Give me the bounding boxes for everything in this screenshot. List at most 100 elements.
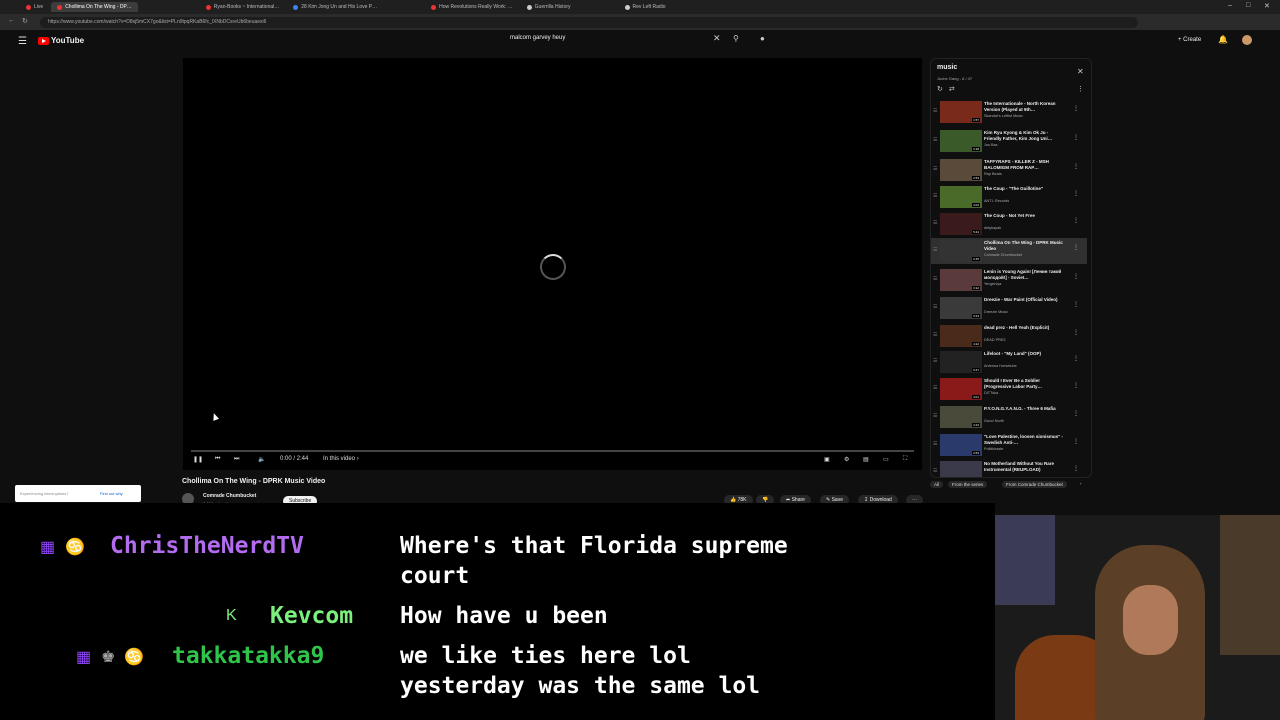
drag-handle-icon[interactable]: ☰	[933, 276, 937, 282]
tab-3[interactable]: 28 Kim Jong Un and His Love P…	[287, 2, 383, 12]
playlist-thumbnail[interactable]: 4:01	[940, 378, 982, 400]
playlist-item[interactable]: ☰ 4:23 P.Y.O.N.G.Y.A.N.G. - Three 6 Mafia G…	[931, 404, 1087, 430]
drag-handle-icon[interactable]: ☰	[933, 247, 937, 253]
filter-tab-all[interactable]: All	[930, 481, 944, 488]
drag-handle-icon[interactable]: ☰	[933, 358, 937, 364]
more-options-icon[interactable]: ⋮	[1073, 410, 1079, 417]
more-options-icon[interactable]: ⋮	[1073, 355, 1079, 362]
more-options-icon[interactable]: ⋮	[1073, 438, 1079, 445]
back-icon[interactable]: ←	[8, 17, 15, 24]
more-options-icon[interactable]: ⋮	[1073, 329, 1079, 336]
more-options-icon[interactable]: ⋮	[1073, 465, 1079, 472]
playlist-item[interactable]: ☰ 4:02 The Coup - "The Guillotine" ANTI- Re…	[931, 184, 1087, 210]
playlist-thumbnail[interactable]: 3:12	[940, 269, 982, 291]
playlist-item[interactable]: ☰ 3:18 Kim Ryu Kyong & Kim Ok Ju - Friendl…	[931, 128, 1087, 154]
youtube-logo[interactable]: YouTube	[38, 36, 84, 45]
drag-handle-icon[interactable]: ☰	[933, 193, 937, 199]
more-options-icon[interactable]: ⋮	[1073, 134, 1079, 141]
playlist-item[interactable]: ☰ 4:01 Should I Ever Be a Soldier (Progres…	[931, 376, 1087, 402]
mic-icon[interactable]: ●	[760, 34, 765, 43]
tab-2[interactable]: Ryan-Books ~ International…	[200, 2, 285, 12]
fullscreen-icon[interactable]: ⛶	[903, 456, 907, 463]
playlist-thumbnail[interactable]: 4:22	[940, 325, 982, 347]
playlist-thumbnail[interactable]: 5:44	[940, 213, 982, 235]
miniplayer-icon[interactable]: ▤	[863, 456, 869, 463]
search-icon[interactable]: ⚲	[733, 34, 739, 43]
playlist-thumbnail[interactable]: 2:53	[940, 434, 982, 456]
tab-5[interactable]: Guerrilla History	[521, 2, 577, 12]
more-options-icon[interactable]: ⋮	[1073, 190, 1079, 197]
pause-icon[interactable]: ❚❚	[193, 456, 203, 463]
drag-handle-icon[interactable]: ☰	[933, 385, 937, 391]
search-input[interactable]: malcom garvey heuy	[510, 35, 726, 47]
settings-gear-icon[interactable]: ⚙	[844, 456, 849, 463]
drag-handle-icon[interactable]: ☰	[933, 108, 937, 114]
playlist-menu-icon[interactable]: ⋮	[1077, 85, 1084, 93]
next-icon[interactable]: ⏭	[234, 456, 239, 463]
channel-name[interactable]: Comrade Chumbucket	[203, 493, 256, 499]
clear-search-icon[interactable]: ✕	[713, 33, 721, 44]
playlist-item[interactable]: ☰ 3:47 Lifeloot - "My Land" (OOP) Antenna H…	[931, 349, 1087, 375]
drag-handle-icon[interactable]: ☰	[933, 413, 937, 419]
drag-handle-icon[interactable]: ☰	[933, 332, 937, 338]
playlist-thumbnail[interactable]: 2:53	[940, 159, 982, 181]
playlist-item[interactable]: ☰4:25No Motherland Without You Rare Inst…	[931, 459, 1087, 477]
playlist-item[interactable]: ☰ 3:12 Lenin is Young Again! [Ленин такой …	[931, 267, 1087, 293]
tab-4[interactable]: How Revolutions Really Work: …	[425, 2, 519, 12]
menu-icon[interactable]: ☰	[18, 36, 27, 47]
drag-handle-icon[interactable]: ☰	[933, 441, 937, 447]
tab-1[interactable]: Chollima On The Wing - DP…	[51, 2, 138, 12]
more-options-icon[interactable]: ⋮	[1073, 273, 1079, 280]
playlist-item[interactable]: ☰ 2:53 "Love Palestine, loosen sionismus" …	[931, 432, 1087, 458]
drag-handle-icon[interactable]: ☰	[933, 304, 937, 310]
reload-icon[interactable]: ↻	[22, 17, 28, 25]
playlist-thumbnail[interactable]: 3:47	[940, 351, 982, 373]
more-options-icon[interactable]: ⋮	[1073, 163, 1079, 170]
maximize-icon[interactable]: □	[1246, 2, 1250, 9]
more-options-icon[interactable]: ⋮	[1073, 244, 1079, 251]
filter-tab-channel[interactable]: From Comrade Chumbucket	[1002, 481, 1067, 488]
theater-icon[interactable]: ▭	[883, 456, 889, 463]
address-bar[interactable]: https://www.youtube.com/watch?v=D8sj5mCX…	[40, 16, 1138, 28]
drag-handle-icon[interactable]: ☰	[933, 220, 937, 226]
more-options-icon[interactable]: ⋮	[1073, 105, 1079, 112]
close-icon[interactable]: ✕	[1077, 67, 1084, 76]
captions-icon[interactable]: ▣	[824, 456, 830, 463]
drag-handle-icon[interactable]: ☰	[933, 137, 937, 143]
more-options-icon[interactable]: ⋮	[1073, 382, 1079, 389]
playlist-item[interactable]: ☰ 3:23 Dreezie - War Paint (Official Video…	[931, 295, 1087, 321]
playlist-item[interactable]: ☰ 2:53 TAFFYRAPS - KILLER Z - MSH BALOMIGM…	[931, 157, 1087, 183]
playlist-item[interactable]: ☰ 4:22 dead prez - Hell Yeah (Explicit) DEA…	[931, 323, 1087, 349]
playlist-thumbnail[interactable]: 3:23	[940, 297, 982, 319]
minimize-icon[interactable]: –	[1228, 2, 1232, 9]
tab-0[interactable]: Live	[20, 2, 49, 12]
chapter-button[interactable]: In this video ›	[323, 456, 359, 462]
bell-icon[interactable]: 🔔	[1218, 35, 1228, 44]
playlist-item[interactable]: ☰ 1:57 The Internationale - North Korean V…	[931, 99, 1087, 125]
playlist-thumbnail[interactable]: 3:18	[940, 130, 982, 152]
shuffle-icon[interactable]: ⇄	[949, 86, 955, 93]
playlist-thumbnail[interactable]: 4:25	[940, 461, 982, 477]
more-options-icon[interactable]: ⋮	[1073, 301, 1079, 308]
avatar[interactable]	[1242, 35, 1252, 45]
find-out-why-link[interactable]: Find out why	[100, 491, 123, 496]
playlist-thumbnail[interactable]: 1:57	[940, 101, 982, 123]
filter-tab-series[interactable]: From the series	[948, 481, 988, 488]
video-player[interactable]: ❚❚ ⏮ ⏭ 🔈 0:00 / 2:44 In this video › ▣ ⚙…	[183, 58, 922, 470]
playlist-item[interactable]: ☰ 5:44 The Coup - Not Yet Free dirtykayak ⋮	[931, 211, 1087, 237]
previous-icon[interactable]: ⏮	[215, 456, 220, 463]
drag-handle-icon[interactable]: ☰	[933, 468, 937, 474]
loop-icon[interactable]: ↻	[937, 86, 943, 93]
drag-handle-icon[interactable]: ☰	[933, 166, 937, 172]
close-window-icon[interactable]: ✕	[1264, 2, 1270, 10]
playlist-thumbnail[interactable]: 4:02	[940, 186, 982, 208]
playlist-thumbnail[interactable]: 4:23	[940, 406, 982, 428]
progress-bar[interactable]	[191, 450, 914, 452]
playlist-thumbnail[interactable]: 2:45	[940, 240, 982, 262]
create-button[interactable]: + Create	[1178, 37, 1201, 43]
volume-icon[interactable]: 🔈	[258, 456, 265, 463]
playlist-item[interactable]: ☰ 2:45 Chollima On The Wing - DPRK Music V…	[931, 238, 1087, 264]
more-options-icon[interactable]: ⋮	[1073, 217, 1079, 224]
tab-6[interactable]: Rev Left Radio	[619, 2, 672, 12]
chevron-right-icon[interactable]: ›	[1080, 481, 1082, 486]
